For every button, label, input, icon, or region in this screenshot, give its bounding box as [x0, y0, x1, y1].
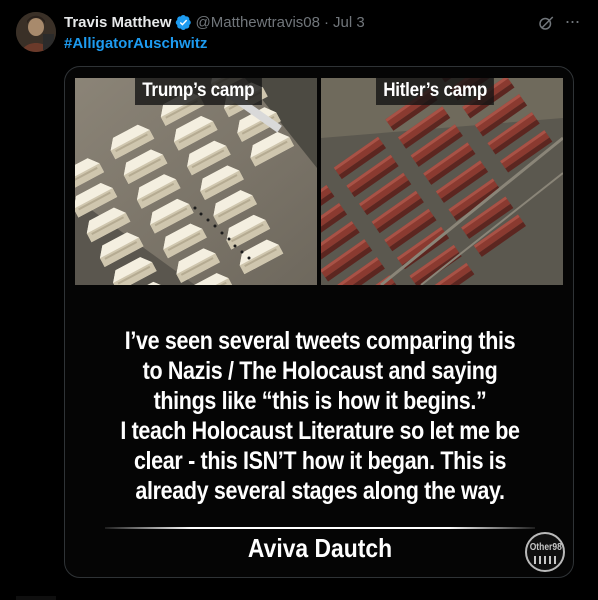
barracks-camp-illustration	[321, 78, 563, 285]
display-name[interactable]: Travis Matthew	[64, 14, 172, 31]
right-camp-photo: Hitler’s camp	[321, 78, 563, 285]
quote-line: already several stages along the way.	[135, 477, 505, 505]
hashtag-link[interactable]: #AlligatorAuschwitz	[64, 35, 207, 52]
tweet-date[interactable]: Jul 3	[333, 14, 365, 31]
tent-camp-illustration	[75, 78, 317, 285]
watermark-stripes	[534, 556, 556, 564]
divider-line	[105, 527, 535, 529]
quote-line: I’ve seen several tweets comparing this	[124, 327, 516, 355]
separator-dot: ·	[324, 13, 329, 31]
quote-line: I teach Holocaust Literature so let me b…	[120, 417, 520, 445]
right-photo-label: Hitler’s camp	[376, 78, 495, 105]
tweet-header: Travis Matthew @Matthewtravis08 · Jul 3	[64, 12, 365, 32]
more-options-icon[interactable]: ···	[562, 12, 582, 32]
tweet-image[interactable]: Trump’s camp Hitler’s camp I’ve seen sev…	[64, 66, 574, 578]
avatar[interactable]	[16, 12, 56, 52]
handle[interactable]: @Matthewtravis08	[196, 14, 320, 31]
watermark-text: Other98	[529, 542, 562, 553]
verified-badge-icon[interactable]	[175, 14, 192, 31]
left-camp-photo: Trump’s camp	[75, 78, 317, 285]
next-tweet-edge	[16, 596, 56, 600]
avatar-photo	[16, 12, 56, 52]
watermark-logo: Other98	[525, 532, 565, 572]
quote-author: Aviva Dautch	[247, 533, 393, 563]
quote-text: I’ve seen several tweets comparing this …	[65, 326, 573, 506]
quote-line: clear - this ISN’T how it began. This is	[133, 447, 507, 475]
quote-line: things like “this is how it begins.”	[153, 387, 487, 415]
quote-line: to Nazis / The Holocaust and saying	[142, 357, 498, 385]
tweet[interactable]: Travis Matthew @Matthewtravis08 · Jul 3 …	[0, 0, 598, 600]
left-photo-label: Trump’s camp	[135, 78, 262, 105]
grok-icon[interactable]	[537, 14, 555, 32]
